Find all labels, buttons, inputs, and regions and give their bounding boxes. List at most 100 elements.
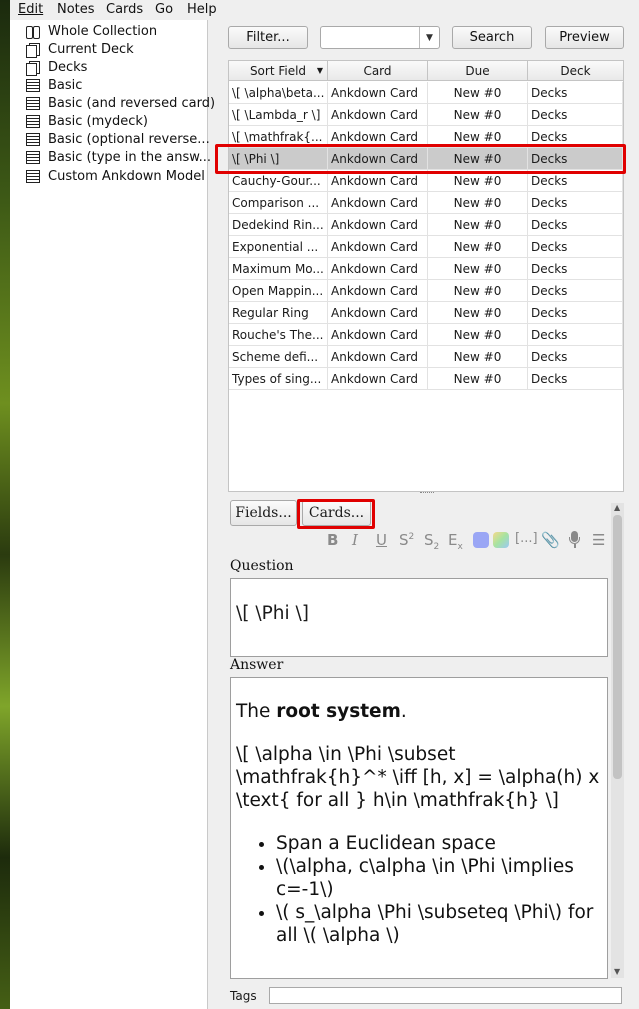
table-cell: \[ \alpha\beta... <box>229 82 328 104</box>
table-row-selected[interactable]: \[ \Phi \] Ankdown Card New #0 Decks <box>229 148 623 170</box>
sidebar-item-basic-reversed[interactable]: Basic (and reversed card) <box>26 94 215 112</box>
table-cell: Ankdown Card <box>328 192 428 214</box>
sidebar-item-basic-mydeck[interactable]: Basic (mydeck) <box>26 112 148 130</box>
table-cell: New #0 <box>428 324 528 346</box>
question-field[interactable]: \[ \Phi \] <box>230 578 608 657</box>
splitter-handle[interactable] <box>420 492 434 495</box>
italic-icon[interactable]: I <box>352 531 358 549</box>
scroll-down-icon[interactable]: ▼ <box>614 967 620 976</box>
menu-go[interactable]: Go <box>155 2 173 17</box>
table-row[interactable]: Open Mappin... Ankdown Card New #0 Decks <box>229 280 623 302</box>
table-cell: Ankdown Card <box>328 126 428 148</box>
note-type-icon <box>26 150 40 164</box>
menu-edit[interactable]: Edit <box>18 2 43 17</box>
table-row[interactable]: \[ \alpha\beta... Ankdown Card New #0 Decks <box>229 82 623 104</box>
sidebar-item-label: Current Deck <box>48 41 134 57</box>
note-type-icon <box>26 96 40 110</box>
table-row[interactable]: Cauchy-Gour... Ankdown Card New #0 Decks <box>229 170 623 192</box>
table-row[interactable]: Scheme defi... Ankdown Card New #0 Decks <box>229 346 623 368</box>
sidebar-item-basic-type-answer[interactable]: Basic (type in the answ... <box>26 148 211 166</box>
table-cell: Decks <box>528 236 623 258</box>
attachment-icon[interactable]: 📎 <box>541 531 560 549</box>
column-header-deck[interactable]: Deck <box>528 61 623 81</box>
table-cell: Ankdown Card <box>328 302 428 324</box>
collection-icon <box>26 25 40 39</box>
table-cell: Ankdown Card <box>328 346 428 368</box>
search-input[interactable]: ▼ <box>320 26 440 49</box>
superscript-icon[interactable]: S2 <box>399 531 414 549</box>
desktop-background-strip <box>0 0 10 1009</box>
table-cell: \[ \Lambda_r \] <box>229 104 328 126</box>
card-table: Sort Field ▼ Card Due Deck \[ \alpha\bet… <box>228 60 624 492</box>
sidebar-item-label: Basic (mydeck) <box>48 113 148 129</box>
highlight-color-icon[interactable] <box>493 532 509 548</box>
underline-icon[interactable]: U <box>376 531 387 549</box>
table-cell: New #0 <box>428 214 528 236</box>
sidebar-item-custom-ankdown-model[interactable]: Custom Ankdown Model <box>26 167 205 185</box>
table-row[interactable]: Dedekind Rin... Ankdown Card New #0 Decks <box>229 214 623 236</box>
sidebar-item-current-deck[interactable]: Current Deck <box>26 40 134 58</box>
table-cell: Exponential ... <box>229 236 328 258</box>
sidebar-item-basic[interactable]: Basic <box>26 76 82 94</box>
table-cell: Ankdown Card <box>328 280 428 302</box>
table-cell: Decks <box>528 258 623 280</box>
cards-button[interactable]: Cards... <box>302 500 371 526</box>
table-row[interactable]: Exponential ... Ankdown Card New #0 Decks <box>229 236 623 258</box>
sidebar-item-label: Basic (optional reverse... <box>48 131 210 147</box>
table-row[interactable]: Rouche's The... Ankdown Card New #0 Decks <box>229 324 623 346</box>
table-row[interactable]: Regular Ring Ankdown Card New #0 Decks <box>229 302 623 324</box>
sidebar-item-label: Decks <box>48 59 88 75</box>
scroll-up-icon[interactable]: ▲ <box>614 503 620 512</box>
table-cell: New #0 <box>428 280 528 302</box>
menu-help[interactable]: Help <box>187 2 217 17</box>
table-cell: \[ \Phi \] <box>229 148 328 170</box>
table-cell: Decks <box>528 346 623 368</box>
table-row[interactable]: \[ \mathfrak{... Ankdown Card New #0 Decks <box>229 126 623 148</box>
table-cell: Ankdown Card <box>328 170 428 192</box>
sidebar-item-decks[interactable]: Decks <box>26 58 87 76</box>
sidebar-item-basic-optional-reverse[interactable]: Basic (optional reverse... <box>26 130 210 148</box>
menu-cards[interactable]: Cards <box>106 2 143 17</box>
record-audio-icon[interactable] <box>568 531 580 549</box>
table-row[interactable]: \[ \Lambda_r \] Ankdown Card New #0 Decks <box>229 104 623 126</box>
table-cell: New #0 <box>428 126 528 148</box>
sidebar-item-label: Basic (type in the answ... <box>48 149 212 165</box>
sidebar-item-label: Basic <box>48 77 83 93</box>
deck-icon <box>26 60 40 76</box>
chevron-down-icon[interactable]: ▼ <box>419 27 439 48</box>
table-cell: Decks <box>528 214 623 236</box>
table-cell: Decks <box>528 82 623 104</box>
table-row[interactable]: Types of sing... Ankdown Card New #0 Decks <box>229 368 623 390</box>
column-header-sort-field[interactable]: Sort Field ▼ <box>229 61 328 81</box>
subscript-icon[interactable]: S2 <box>424 531 439 552</box>
fields-button[interactable]: Fields... <box>230 500 297 526</box>
bold-icon[interactable]: B <box>327 531 338 549</box>
answer-formula: \[ \alpha \in \Phi \subset \mathfrak{h}^… <box>236 744 600 811</box>
cloze-icon[interactable]: [...] <box>515 531 538 546</box>
filter-button[interactable]: Filter... <box>228 26 308 49</box>
table-cell: New #0 <box>428 368 528 390</box>
table-cell: New #0 <box>428 104 528 126</box>
tags-input[interactable] <box>269 987 622 1004</box>
column-header-due[interactable]: Due <box>428 61 528 81</box>
clear-format-icon[interactable]: Ex <box>448 531 463 552</box>
more-icon[interactable]: ☰ <box>592 531 605 549</box>
table-cell: New #0 <box>428 82 528 104</box>
table-cell: Cauchy-Gour... <box>229 170 328 192</box>
table-row[interactable]: Comparison ... Ankdown Card New #0 Decks <box>229 192 623 214</box>
table-cell: Ankdown Card <box>328 104 428 126</box>
question-label: Question <box>230 558 294 574</box>
note-type-icon <box>26 169 40 183</box>
table-row[interactable]: Maximum Mo... Ankdown Card New #0 Decks <box>229 258 623 280</box>
search-button[interactable]: Search <box>452 26 532 49</box>
table-cell: New #0 <box>428 192 528 214</box>
preview-button[interactable]: Preview <box>545 26 624 49</box>
table-cell: Decks <box>528 368 623 390</box>
sort-descending-icon: ▼ <box>316 66 323 75</box>
menu-notes[interactable]: Notes <box>57 2 95 17</box>
sidebar-item-whole-collection[interactable]: Whole Collection <box>26 22 157 40</box>
text-color-icon[interactable] <box>473 532 489 548</box>
sidebar-item-label: Whole Collection <box>48 23 158 39</box>
editor-scrollbar-thumb[interactable] <box>613 515 622 779</box>
column-header-card[interactable]: Card <box>328 61 428 81</box>
